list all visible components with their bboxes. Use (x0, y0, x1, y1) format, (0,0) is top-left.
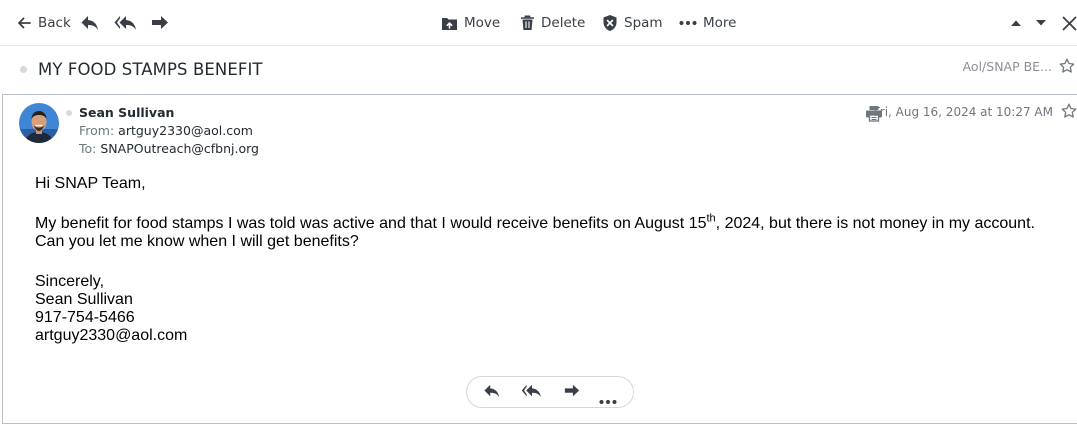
next-message-button[interactable] (1035, 11, 1047, 35)
from-label: From: (79, 123, 115, 138)
body-greeting: Hi SNAP Team, (35, 175, 146, 192)
forward-button[interactable] (150, 11, 170, 35)
folder-move-icon (441, 16, 458, 31)
body-paragraph-2: Can you let me know when I will get bene… (35, 233, 359, 250)
dots-horizontal-icon (599, 390, 617, 409)
delete-label: Delete (541, 15, 586, 31)
avatar[interactable] (19, 103, 59, 143)
spam-label: Spam (624, 15, 663, 31)
message-date: Fri, Aug 16, 2024 at 10:27 AM (873, 105, 1053, 119)
reply-icon (483, 383, 501, 403)
forward-icon (150, 14, 170, 32)
message-subject: MY FOOD STAMPS BENEFIT (38, 60, 263, 79)
message-toolbar: Back Move Delete Spam More (0, 0, 1077, 46)
reply-icon (80, 14, 100, 32)
trash-icon (520, 15, 535, 31)
star-icon[interactable] (1059, 58, 1075, 78)
more-actions-button[interactable] (599, 389, 617, 409)
to-line: To: SNAPOutreach@cfbnj.org (79, 141, 259, 156)
delete-button[interactable]: Delete (520, 11, 585, 35)
sender-status-dot-icon (66, 110, 72, 116)
unread-dot-icon (20, 66, 27, 73)
reply-all-icon (114, 14, 138, 32)
forward-button[interactable] (563, 383, 581, 403)
more-button[interactable]: More (679, 11, 736, 35)
spam-button[interactable]: Spam (602, 11, 663, 35)
caret-up-icon (1010, 19, 1022, 27)
to-label: To: (79, 141, 97, 156)
reply-button[interactable] (80, 11, 100, 35)
from-line: From: artguy2330@aol.com (79, 123, 253, 138)
forward-icon (563, 383, 581, 403)
previous-message-button[interactable] (1010, 11, 1022, 35)
sender-name[interactable]: Sean Sullivan (79, 105, 174, 120)
body-paragraph-1: My benefit for food stamps I was told wa… (35, 212, 1035, 232)
reply-all-button[interactable] (521, 383, 543, 403)
folder-label[interactable]: Aol/SNAP BE... (963, 59, 1052, 74)
message-card: Sean Sullivan From: artguy2330@aol.com T… (2, 94, 1077, 424)
dots-horizontal-icon (679, 20, 697, 26)
from-email[interactable]: artguy2330@aol.com (118, 123, 253, 138)
to-email[interactable]: SNAPOutreach@cfbnj.org (100, 141, 259, 156)
arrow-left-icon (16, 15, 32, 31)
close-icon (1062, 16, 1077, 31)
reply-button[interactable] (483, 383, 501, 403)
message-body: Hi SNAP Team, My benefit for food stamps… (35, 175, 1065, 345)
reply-all-button[interactable] (114, 11, 138, 35)
more-label: More (703, 15, 737, 31)
reply-all-icon (521, 383, 543, 403)
signature-name: Sean Sullivan (35, 291, 133, 308)
signature-phone: 917-754-5466 (35, 309, 135, 326)
message-actions (466, 376, 634, 408)
move-label: Move (464, 15, 501, 31)
back-button[interactable]: Back (16, 11, 71, 35)
shield-spam-icon (602, 14, 618, 32)
star-icon[interactable] (1061, 103, 1077, 123)
signature-email: artguy2330@aol.com (35, 327, 188, 344)
close-button[interactable] (1062, 11, 1077, 35)
back-label: Back (38, 15, 71, 31)
body-closing: Sincerely, (35, 273, 105, 290)
caret-down-icon (1035, 19, 1047, 27)
subject-row: MY FOOD STAMPS BENEFIT Aol/SNAP BE... (0, 47, 1077, 93)
move-button[interactable]: Move (441, 11, 500, 35)
